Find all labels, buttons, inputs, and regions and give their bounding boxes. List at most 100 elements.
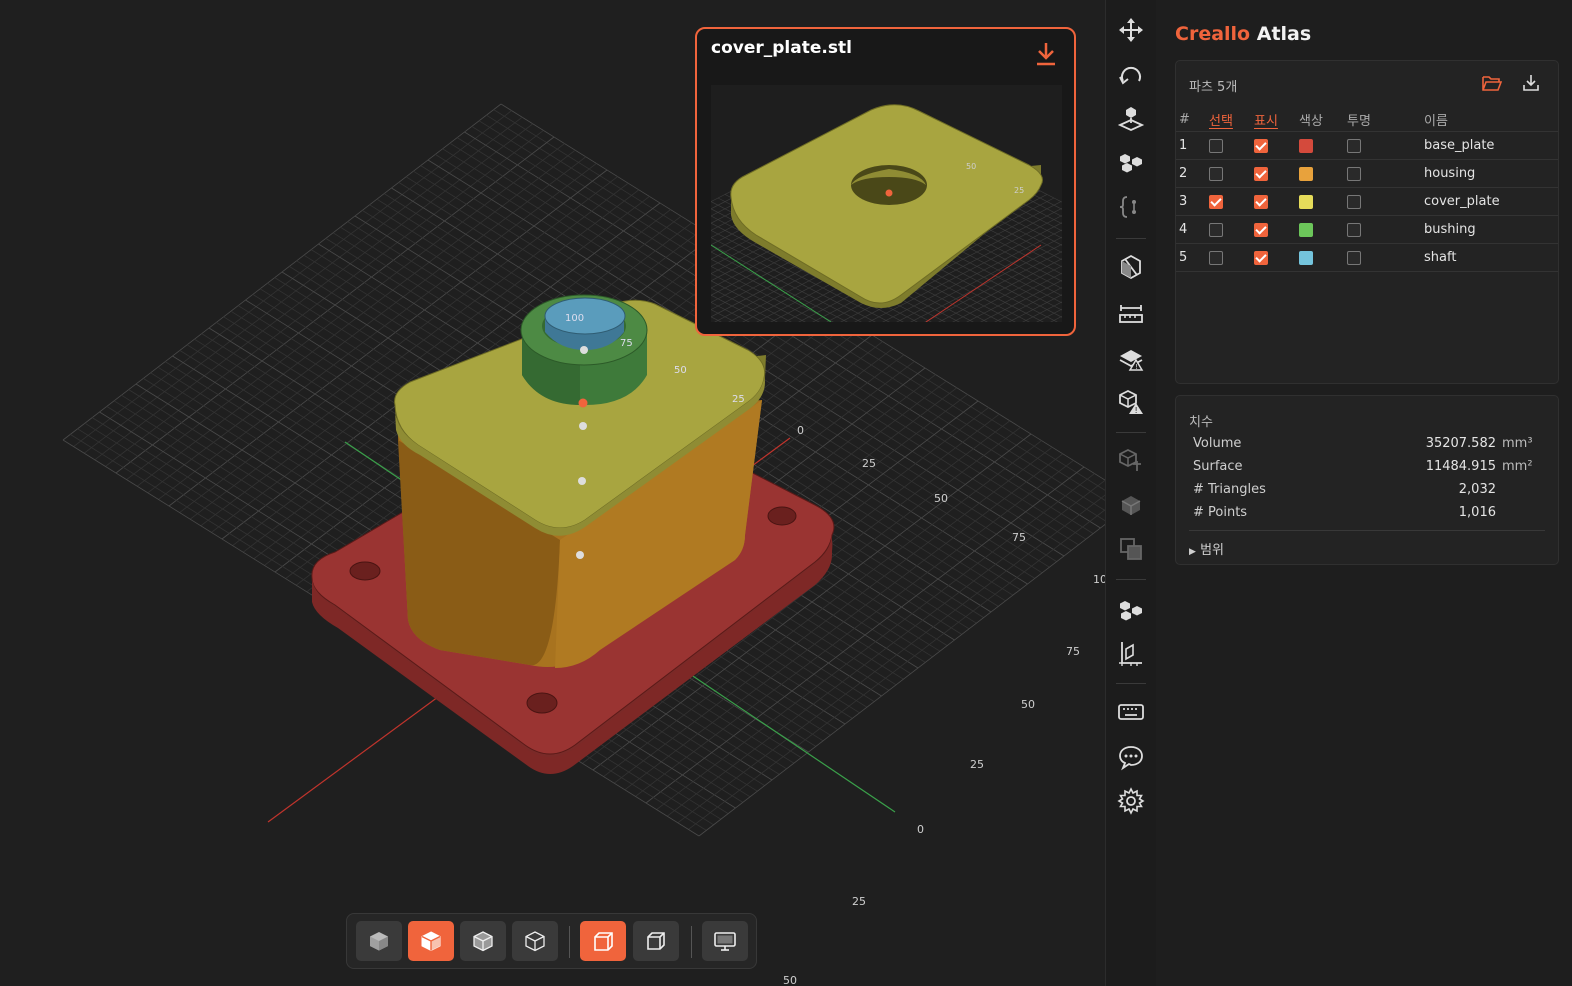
model-label-100: 100 [565,313,584,324]
transparent-checkbox[interactable] [1347,166,1361,181]
move-tool-button[interactable] [1115,14,1147,46]
orthographic-button[interactable] [633,921,679,961]
brand-part1: Creallo [1175,23,1251,45]
download-icon [1523,75,1539,91]
open-file-button[interactable] [1481,73,1503,97]
rotate-tool-button[interactable] [1115,59,1147,91]
solid-view-button[interactable] [356,921,402,961]
surface-row: Surface 11484.915 mm² [1193,459,1538,474]
shaded-view-button[interactable] [408,921,454,961]
xray-view-icon [473,931,493,952]
mesh-repair-button[interactable] [1115,444,1147,476]
transparent-checkbox[interactable] [1347,222,1361,237]
triangles-row: # Triangles 2,032 [1193,482,1538,497]
xray-view-button[interactable] [460,921,506,961]
part-row-shaft[interactable]: 5 shaft [1176,243,1558,272]
part-row-base-plate[interactable]: 1 base_plate [1176,131,1558,160]
surface-label: Surface [1193,459,1243,474]
part-row-cover-plate[interactable]: 3 cover_plate [1176,187,1558,216]
boolean-button[interactable] [1115,533,1147,565]
select-checkbox[interactable] [1209,194,1223,209]
center-point [580,346,588,354]
preview-download-button[interactable] [1035,41,1057,71]
col-name: 이름 [1424,107,1558,132]
chat-button[interactable] [1115,741,1147,773]
part-row-housing[interactable]: 2 housing [1176,159,1558,188]
visible-checkbox[interactable] [1254,250,1268,265]
color-swatch[interactable] [1299,250,1313,265]
keyboard-shortcuts-button[interactable] [1115,696,1147,728]
slice-icon: ! [1119,350,1144,371]
col-select[interactable]: 선택 [1209,107,1254,132]
preview-viewport[interactable]: 50 25 [711,85,1062,322]
model-label-75: 75 [620,338,633,349]
mesh-repair-icon [1119,448,1141,471]
3d-viewport[interactable]: 100 75 50 25 0 25 50 75 10 75 50 25 0 25… [0,0,1105,986]
code-button[interactable] [1115,191,1147,223]
slice-tool-button[interactable]: ! [1115,342,1147,374]
measure-tool-button[interactable] [1115,297,1147,329]
settings-button[interactable] [1115,785,1147,817]
cut-tool-button[interactable] [1115,251,1147,283]
chat-icon [1119,746,1143,771]
arrange-button[interactable] [1115,146,1147,178]
range-toggle[interactable]: ▶ 범위 [1189,539,1224,558]
part-index: 1 [1179,138,1188,153]
toolbar-divider [569,926,570,958]
code-icon [1119,196,1136,218]
tool-divider [1116,579,1146,580]
settings-icon [1117,787,1145,815]
transparent-checkbox[interactable] [1347,194,1361,209]
part-name: shaft [1424,250,1457,265]
hollow-button[interactable] [1115,489,1147,521]
triangles-value: 2,032 [1458,482,1496,497]
orthographic-icon [647,932,665,950]
keyboard-icon [1118,704,1144,720]
col-transparent[interactable]: 투명 [1347,107,1424,132]
transparent-checkbox[interactable] [1347,250,1361,265]
visible-checkbox[interactable] [1254,222,1268,237]
dimensions-header: 치수 [1189,415,1213,430]
export-button[interactable] [1521,73,1541,97]
folder-open-icon [1482,76,1503,91]
color-swatch[interactable] [1299,166,1313,181]
wireframe-view-button[interactable] [512,921,558,961]
color-swatch[interactable] [1299,222,1313,237]
col-index: # [1176,107,1209,132]
shaft-model[interactable] [544,297,626,350]
dims-divider [1189,530,1545,531]
toolbar-divider [691,926,692,958]
place-on-face-button[interactable] [1115,102,1147,134]
part-index: 2 [1179,166,1188,181]
parts-card: 파츠 5개 # 선택 표시 색상 투명 이름 1 base_plate 2 housi… [1175,60,1559,384]
tick-a0: 0 [797,424,804,437]
range-label: 범위 [1200,543,1224,558]
svg-text:!: ! [1135,406,1138,415]
color-swatch[interactable] [1299,138,1313,153]
wireframe-view-icon [525,931,545,952]
preview-title: cover_plate.stl [711,38,852,58]
color-swatch[interactable] [1299,194,1313,209]
transparent-checkbox[interactable] [1347,138,1361,153]
select-checkbox[interactable] [1209,138,1223,153]
section-icon [1119,642,1142,666]
side-panel: Creallo Atlas 파츠 5개 # 선택 표시 색상 투명 이름 1 ba… [1156,0,1572,986]
display-button[interactable] [702,921,748,961]
mesh-warning-button[interactable]: ! [1115,386,1147,418]
part-preview-window[interactable]: cover_plate.stl 50 25 [695,27,1076,336]
visible-checkbox[interactable] [1254,166,1268,181]
perspective-button[interactable] [580,921,626,961]
part-row-bushing[interactable]: 4 bushing [1176,215,1558,244]
col-visible[interactable]: 표시 [1254,107,1299,132]
parts-table-header: # 선택 표시 색상 투명 이름 [1176,107,1558,132]
parts-button[interactable] [1115,594,1147,626]
visible-checkbox[interactable] [1254,138,1268,153]
surface-value: 11484.915 [1425,459,1496,474]
select-checkbox[interactable] [1209,166,1223,181]
tool-divider [1116,238,1146,239]
section-button[interactable] [1115,637,1147,669]
select-checkbox[interactable] [1209,250,1223,265]
dimensions-card: 치수 Volume 35207.582 mm³ Surface 11484.91… [1175,395,1559,565]
select-checkbox[interactable] [1209,222,1223,237]
visible-checkbox[interactable] [1254,194,1268,209]
